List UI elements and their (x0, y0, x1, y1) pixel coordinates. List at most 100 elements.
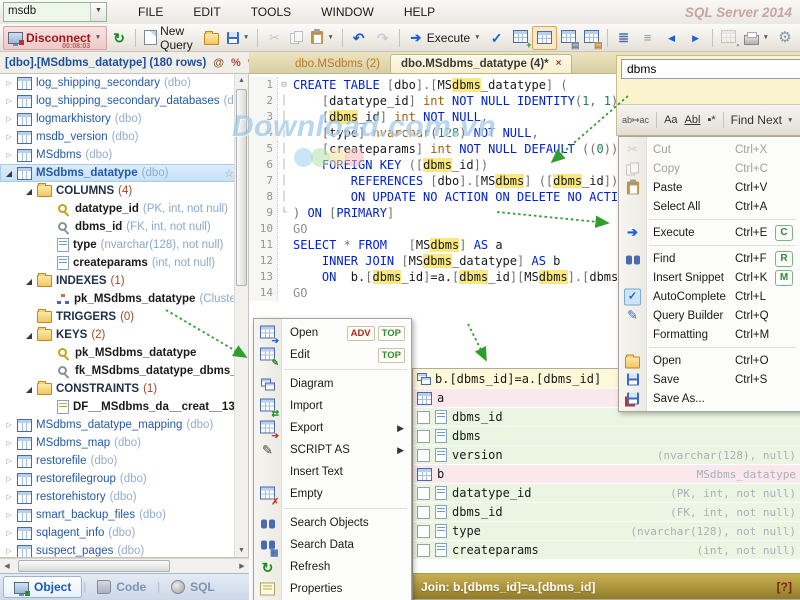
expander-icon[interactable]: ◢ (3, 169, 15, 178)
menu-item-save-as[interactable]: Save As... (619, 389, 800, 408)
tree-item-indexes[interactable]: ◢INDEXES(1) (0, 272, 248, 290)
tree-item-logmarkhistory[interactable]: ▷logmarkhistory(dbo) (0, 110, 248, 128)
whole-word-button[interactable]: Abl (685, 114, 701, 126)
menu-item-open[interactable]: OpenCtrl+O (619, 351, 800, 370)
tree-item-columns[interactable]: ◢COLUMNS(4) (0, 182, 248, 200)
chevron-down-icon[interactable]: ▼ (327, 34, 333, 41)
join-row-createparams[interactable]: createparams(int, not null) (413, 541, 800, 560)
tree-item-keys[interactable]: ◢KEYS(2) (0, 326, 248, 344)
tree-item-msdbms-datatype[interactable]: ◢MSdbms_datatype(dbo)☆ (0, 164, 248, 182)
expander-icon[interactable]: ▷ (3, 97, 15, 105)
expander-icon[interactable]: ◢ (23, 277, 35, 286)
menu-item-search-objects[interactable]: Search Objects (254, 512, 411, 534)
tree-item-msdbms-datatype-mapping[interactable]: ▷MSdbms_datatype_mapping(dbo) (0, 416, 248, 434)
chevron-down-icon[interactable]: ▼ (95, 34, 101, 41)
tree-item-type[interactable]: type(nvarchar(128), not null) (0, 236, 248, 254)
at-icon[interactable]: @ (213, 57, 224, 69)
tree-item-log-shipping-secondary[interactable]: ▷log_shipping_secondary(dbo) (0, 74, 248, 92)
scroll-down-icon[interactable]: ▼ (235, 544, 248, 557)
chevron-down-icon[interactable]: ▼ (474, 34, 480, 41)
scrollbar-thumb[interactable] (236, 89, 247, 286)
tree-item-msdbms-map[interactable]: ▷MSdbms_map(dbo) (0, 434, 248, 452)
expander-icon[interactable]: ▷ (3, 493, 15, 501)
settings-button[interactable]: ⚙ (773, 27, 797, 49)
find-next-button[interactable]: Find Next ▼ (731, 113, 794, 127)
tree-item-smart-backup-files[interactable]: ▷smart_backup_files(dbo) (0, 506, 248, 524)
menu-item-properties[interactable]: Properties (254, 578, 411, 600)
expander-icon[interactable]: ▷ (3, 79, 15, 87)
print-button[interactable]: ▼ (740, 27, 773, 49)
column-checkbox[interactable] (417, 449, 430, 462)
expander-icon[interactable]: ▷ (3, 151, 15, 159)
tree-item-suspect-pages[interactable]: ▷suspect_pages(dbo) (0, 542, 248, 558)
menu-file[interactable]: FILE (123, 5, 178, 19)
column-checkbox[interactable] (417, 544, 430, 557)
menu-item-open[interactable]: ➔OpenADVTOP (254, 322, 411, 344)
outdent-button[interactable]: ◀ (660, 27, 684, 49)
table-paste-button[interactable]: ▤ (580, 27, 603, 49)
open-file-button[interactable] (200, 27, 223, 49)
menu-item-select-all[interactable]: Select AllCtrl+A (619, 197, 800, 216)
tree-horizontal-scrollbar[interactable]: ◀ ▶ (0, 558, 249, 573)
chevron-down-icon[interactable]: ▼ (90, 3, 106, 21)
expander-icon[interactable]: ◢ (23, 187, 35, 196)
scrollbar-thumb[interactable] (18, 560, 170, 572)
menu-item-formatting[interactable]: FormattingCtrl+M (619, 325, 800, 344)
scroll-up-icon[interactable]: ▲ (235, 74, 248, 87)
menu-item-edit[interactable]: ✎EditTOP (254, 344, 411, 366)
help-link[interactable]: [?] (777, 580, 792, 594)
expander-icon[interactable]: ▷ (3, 511, 15, 519)
favorite-star-icon[interactable]: ☆ (224, 167, 234, 180)
expander-icon[interactable]: ▷ (3, 421, 15, 429)
find-input[interactable] (621, 59, 800, 79)
tree-item-constraints[interactable]: ◢CONSTRAINTS(1) (0, 380, 248, 398)
expander-icon[interactable]: ◢ (23, 331, 35, 340)
tree-item-fk-msdbms-datatype-dbms-id[interactable]: fk_MSdbms_datatype_dbms_id (0, 362, 248, 380)
tree-item-pk-msdbms-datatype[interactable]: pk_MSdbms_datatype (0, 344, 248, 362)
fold-marker[interactable]: │ (277, 173, 290, 189)
new-query-button[interactable]: New Query (140, 27, 200, 49)
editor-tab-dbo-msdbms-2[interactable]: dbo.MSdbms (2) (285, 55, 390, 73)
menu-item-insert-text[interactable]: Insert Text (254, 461, 411, 483)
menu-tools[interactable]: TOOLS (236, 5, 306, 19)
tab-code[interactable]: Code (87, 577, 156, 597)
regex-button[interactable]: ▪* (707, 114, 715, 126)
menu-item-export[interactable]: ➔Export▶ (254, 417, 411, 439)
expander-icon[interactable]: ▷ (3, 547, 15, 555)
quick-replace-icon[interactable]: ab↦ac (622, 115, 649, 126)
table-copy-button[interactable]: ▤ (557, 27, 580, 49)
menu-item-empty[interactable]: ✗Empty (254, 483, 411, 505)
table-add-button[interactable]: + (509, 27, 532, 49)
menu-item-query-builder[interactable]: ✎Query BuilderCtrl+Q (619, 306, 800, 325)
database-selector[interactable]: msdb ▼ (3, 2, 107, 22)
undo-button[interactable]: ↶ (347, 27, 371, 49)
indent-button[interactable]: ▶ (684, 27, 708, 49)
expander-icon[interactable]: ▷ (3, 457, 15, 465)
expander-icon[interactable]: ▷ (3, 439, 15, 447)
tree-item-df-msdbms-da-creat-1367e60[interactable]: DF__MSdbms_da__creat__1367E60 (0, 398, 248, 416)
tree-item-dbms-id[interactable]: dbms_id(FK, int, not null) (0, 218, 248, 236)
save-button[interactable]: ▼ (223, 27, 253, 49)
tab-object[interactable]: Object (3, 576, 82, 598)
column-checkbox[interactable] (417, 487, 430, 500)
expander-icon[interactable]: ▷ (3, 475, 15, 483)
fold-marker[interactable]: ⊟ (277, 77, 290, 93)
menu-item-find[interactable]: FindCtrl+FR (619, 249, 800, 268)
join-row-type[interactable]: type(nvarchar(128), not null) (413, 522, 800, 541)
tree-item-createparams[interactable]: createparams(int, not null) (0, 254, 248, 272)
menu-window[interactable]: WINDOW (306, 5, 389, 19)
menu-help[interactable]: HELP (389, 5, 450, 19)
menu-item-diagram[interactable]: Diagram (254, 373, 411, 395)
menu-item-paste[interactable]: PasteCtrl+V (619, 178, 800, 197)
tree-item-msdbms[interactable]: ▷MSdbms(dbo) (0, 146, 248, 164)
menu-item-import[interactable]: ⇄Import (254, 395, 411, 417)
expander-icon[interactable]: ▷ (3, 529, 15, 537)
tree-item-triggers[interactable]: TRIGGERS(0) (0, 308, 248, 326)
menu-item-refresh[interactable]: ↻Refresh (254, 556, 411, 578)
join-row-version[interactable]: version(nvarchar(128), null) (413, 446, 800, 465)
column-checkbox[interactable] (417, 506, 430, 519)
tree-item-pk-msdbms-datatype[interactable]: pk_MSdbms_datatype(Clustered) (0, 290, 248, 308)
percent-icon[interactable]: % (231, 57, 241, 69)
match-case-button[interactable]: Aa (664, 114, 677, 126)
chevron-down-icon[interactable]: ▼ (243, 34, 249, 41)
